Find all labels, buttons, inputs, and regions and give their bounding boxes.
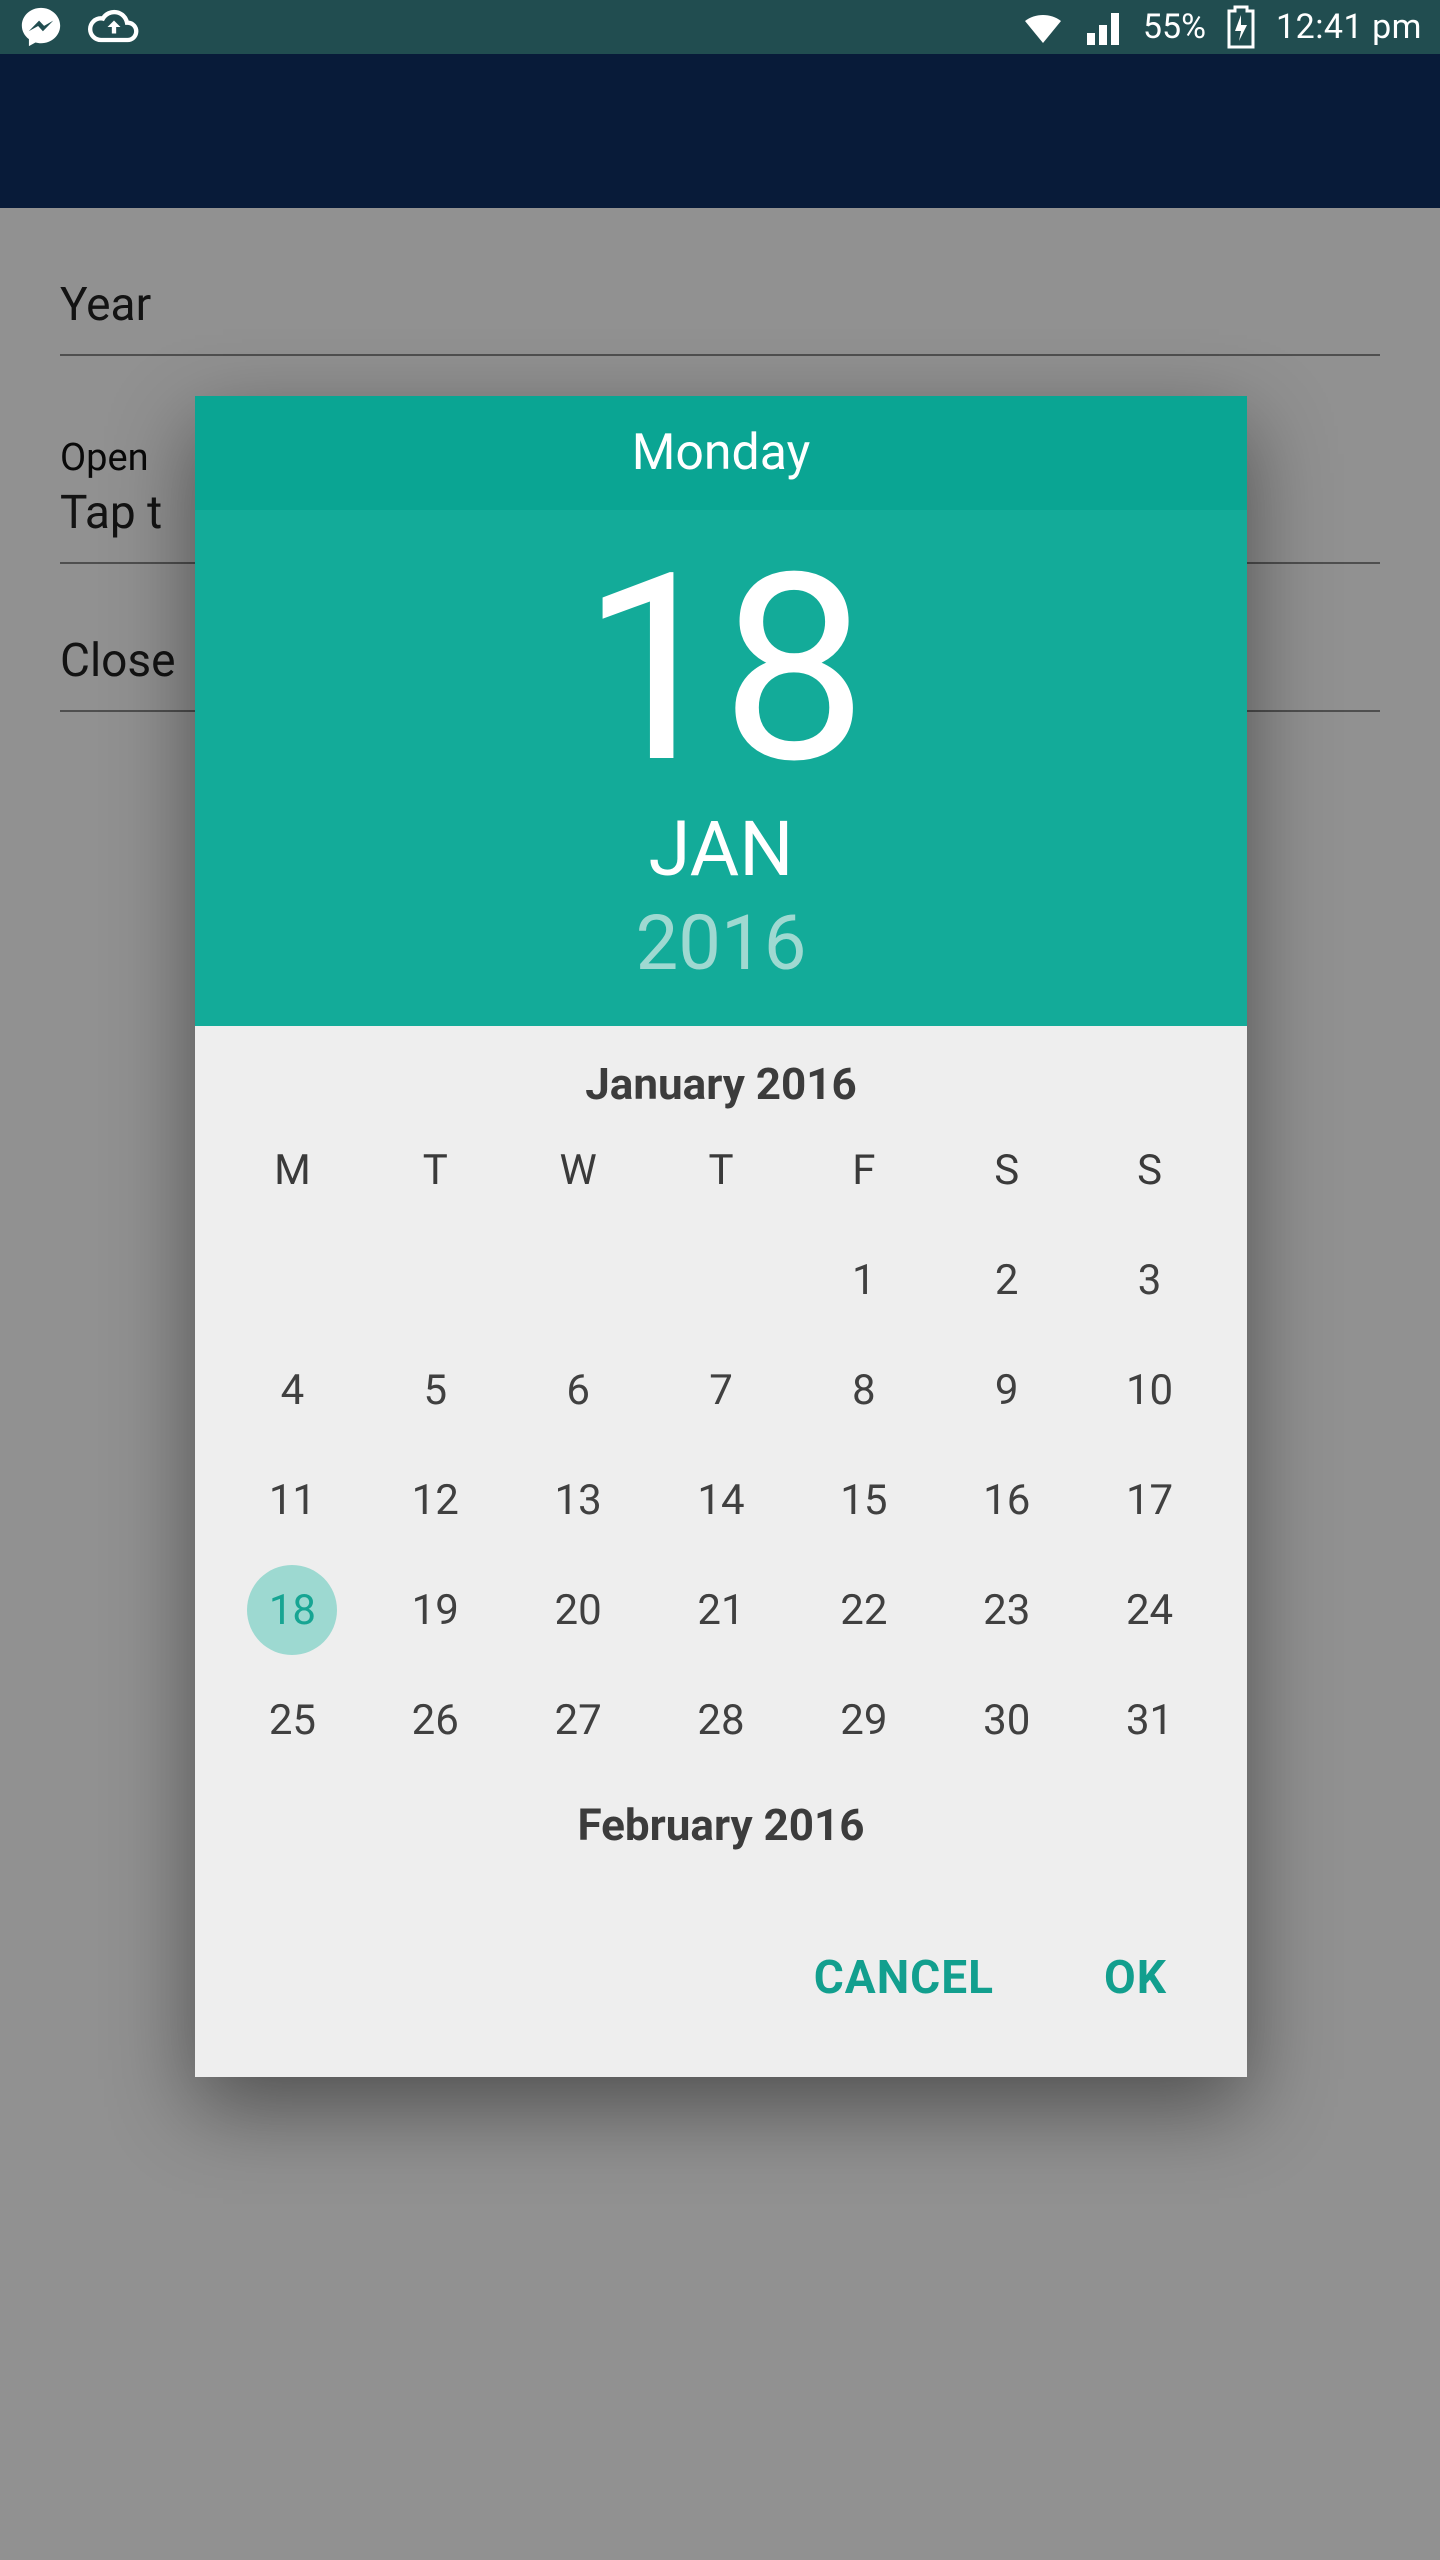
calendar-day[interactable]: 16 — [935, 1445, 1078, 1555]
calendar-day[interactable]: 21 — [650, 1555, 793, 1665]
ok-button[interactable]: OK — [1104, 1951, 1167, 2005]
calendar-day[interactable]: 23 — [935, 1555, 1078, 1665]
calendar-body: January 2016 M T W T F S S 1234567891011… — [195, 1026, 1247, 1881]
calendar-day[interactable]: 20 — [507, 1555, 650, 1665]
calendar-day[interactable]: 19 — [364, 1555, 507, 1665]
calendar-day[interactable]: 26 — [364, 1665, 507, 1775]
calendar-day[interactable]: 17 — [1078, 1445, 1221, 1555]
clock-text: 12:41 pm — [1276, 7, 1422, 47]
battery-charging-icon — [1224, 5, 1258, 49]
signal-icon — [1085, 9, 1125, 45]
date-picker-day[interactable]: 18 — [195, 540, 1247, 800]
date-picker-weekday: Monday — [195, 396, 1247, 510]
calendar-day[interactable]: 18 — [221, 1555, 364, 1665]
calendar-day[interactable]: 9 — [935, 1335, 1078, 1445]
calendar-next-month-title: February 2016 — [221, 1775, 1221, 1881]
battery-percent: 55% — [1143, 7, 1206, 47]
calendar-day[interactable]: 7 — [650, 1335, 793, 1445]
calendar-day[interactable]: 14 — [650, 1445, 793, 1555]
status-bar: 55% 12:41 pm — [0, 0, 1440, 54]
calendar-month-title: January 2016 — [221, 1044, 1221, 1130]
date-picker-year[interactable]: 2016 — [195, 898, 1247, 988]
calendar-day[interactable]: 28 — [650, 1665, 793, 1775]
calendar-day[interactable]: 3 — [1078, 1225, 1221, 1335]
calendar-day[interactable]: 30 — [935, 1665, 1078, 1775]
calendar-day[interactable]: 12 — [364, 1445, 507, 1555]
calendar-day[interactable]: 24 — [1078, 1555, 1221, 1665]
dow-tue: T — [423, 1130, 448, 1225]
dow-sun: S — [1137, 1130, 1162, 1225]
calendar-day[interactable]: 8 — [792, 1335, 935, 1445]
calendar-day[interactable]: 1 — [792, 1225, 935, 1335]
calendar-day[interactable]: 29 — [792, 1665, 935, 1775]
cancel-button[interactable]: CANCEL — [814, 1951, 994, 2005]
date-picker-dialog: Monday 18 JAN 2016 January 2016 M T W T … — [195, 396, 1247, 2077]
calendar-day[interactable]: 15 — [792, 1445, 935, 1555]
calendar-day[interactable]: 6 — [507, 1335, 650, 1445]
wifi-icon — [1019, 7, 1067, 47]
calendar-day[interactable]: 2 — [935, 1225, 1078, 1335]
calendar-empty — [221, 1225, 364, 1335]
calendar-day[interactable]: 5 — [364, 1335, 507, 1445]
calendar-day[interactable]: 27 — [507, 1665, 650, 1775]
calendar-day[interactable]: 11 — [221, 1445, 364, 1555]
calendar-day[interactable]: 13 — [507, 1445, 650, 1555]
date-picker-header: 18 JAN 2016 — [195, 510, 1247, 1026]
cloud-upload-icon — [88, 6, 140, 48]
date-picker-month[interactable]: JAN — [195, 804, 1247, 894]
calendar-empty — [507, 1225, 650, 1335]
dow-sat: S — [994, 1130, 1019, 1225]
calendar-day[interactable]: 25 — [221, 1665, 364, 1775]
calendar-dow-row: M T W T F S S — [221, 1130, 1221, 1225]
dow-wed: W — [560, 1130, 597, 1225]
calendar-day[interactable]: 4 — [221, 1335, 364, 1445]
calendar-days-grid: 1234567891011121314151617181920212223242… — [221, 1225, 1221, 1775]
dow-fri: F — [852, 1130, 875, 1225]
dow-mon: M — [274, 1130, 311, 1225]
calendar-empty — [364, 1225, 507, 1335]
calendar-day[interactable]: 10 — [1078, 1335, 1221, 1445]
calendar-day[interactable]: 31 — [1078, 1665, 1221, 1775]
calendar-day[interactable]: 22 — [792, 1555, 935, 1665]
messenger-icon — [18, 4, 64, 50]
dialog-actions: CANCEL OK — [195, 1881, 1247, 2077]
dow-thu: T — [708, 1130, 733, 1225]
calendar-empty — [650, 1225, 793, 1335]
